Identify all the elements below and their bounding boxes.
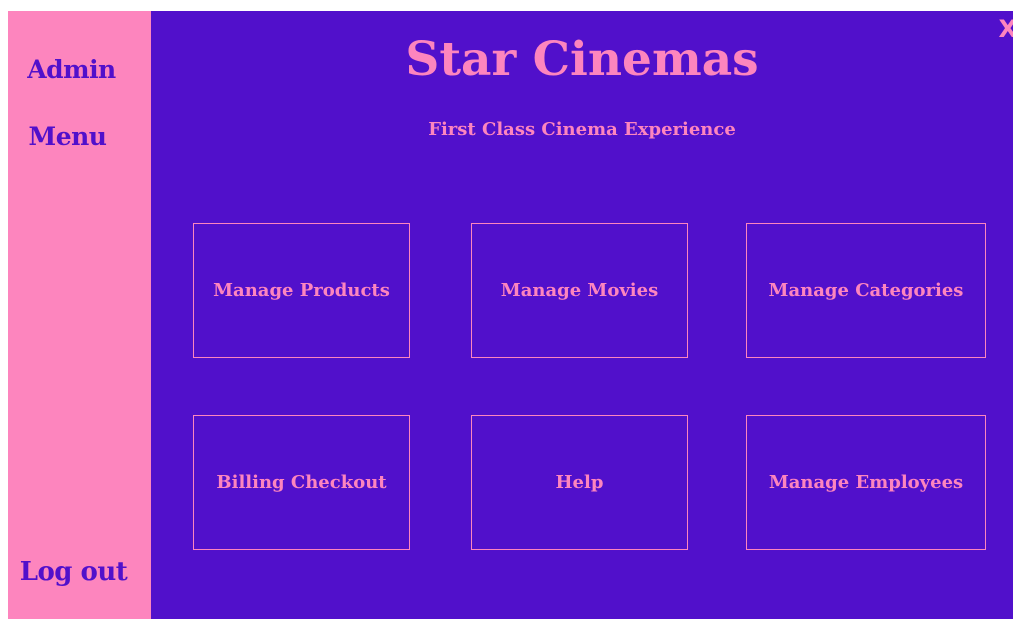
logout-button[interactable]: Log out (2, 557, 145, 587)
close-icon[interactable]: X (998, 15, 1013, 43)
page-subtitle: First Class Cinema Experience (428, 119, 736, 140)
help-button[interactable]: Help (471, 415, 688, 550)
manage-employees-button[interactable]: Manage Employees (746, 415, 986, 550)
manage-categories-button[interactable]: Manage Categories (746, 223, 986, 358)
sidebar-menu-label: Menu (28, 122, 107, 151)
app-window: Admin Menu Log out Star Cinemas First Cl… (8, 11, 1013, 619)
manage-movies-button[interactable]: Manage Movies (471, 223, 688, 358)
billing-checkout-button[interactable]: Billing Checkout (193, 415, 410, 550)
sidebar: Admin Menu Log out (8, 11, 151, 619)
page-title: Star Cinemas (405, 32, 759, 87)
manage-products-button[interactable]: Manage Products (193, 223, 410, 358)
sidebar-admin-label: Admin (27, 55, 116, 84)
